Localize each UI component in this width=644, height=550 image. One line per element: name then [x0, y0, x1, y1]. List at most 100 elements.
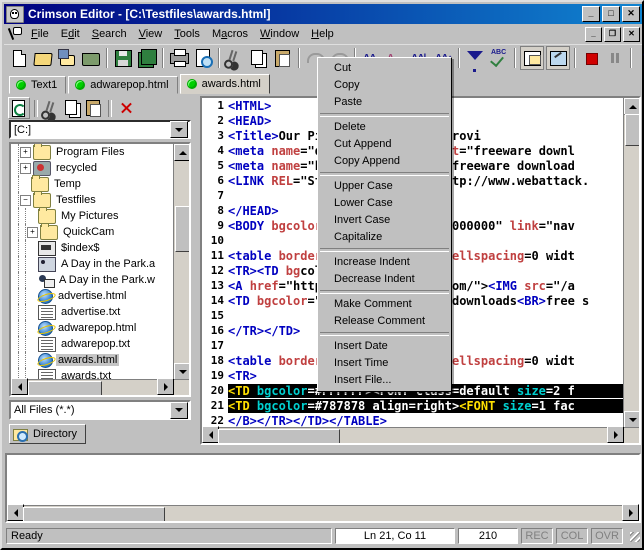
minimize-button[interactable]: _ — [582, 6, 600, 22]
expander-icon[interactable]: + — [20, 146, 31, 158]
expander-icon[interactable]: + — [27, 226, 38, 238]
status-badge-rec[interactable]: REC — [521, 528, 553, 544]
scroll-down-button[interactable] — [174, 363, 189, 380]
horizontal-scroll-thumb[interactable] — [23, 507, 165, 521]
cut-icon[interactable] — [224, 47, 246, 69]
print-preview-icon[interactable] — [192, 47, 214, 69]
context-menu-item-insert-file[interactable]: Insert File... — [318, 372, 451, 389]
menu-item-search[interactable]: Search — [86, 26, 133, 42]
context-menu-item-make-comment[interactable]: Make Comment — [318, 296, 451, 313]
menu-item-help[interactable]: Help — [305, 26, 340, 42]
open-network-icon[interactable] — [56, 47, 78, 69]
mdi-restore-button[interactable]: ❐ — [604, 26, 621, 42]
status-badge-col[interactable]: COL — [556, 528, 588, 544]
output-pane[interactable] — [5, 453, 641, 523]
tab-adwarepop-html[interactable]: adwarepop.html — [68, 76, 178, 94]
refresh-icon[interactable] — [8, 97, 30, 119]
expander-icon[interactable]: + — [20, 162, 31, 174]
context-menu-item-delete[interactable]: Delete — [318, 119, 451, 136]
spellcheck-icon[interactable]: ABC — [488, 47, 510, 69]
scroll-left-button[interactable] — [7, 504, 24, 521]
filter-icon[interactable] — [464, 47, 486, 75]
tree-item-my-pictures[interactable]: My Pictures — [11, 206, 174, 224]
context-menu-item-increase-indent[interactable]: Increase Indent — [318, 254, 451, 271]
pause-icon[interactable] — [604, 47, 626, 69]
scroll-down-button[interactable] — [624, 411, 639, 428]
tree-item-advertise-txt[interactable]: advertise.txt — [11, 304, 174, 320]
scroll-left-button[interactable] — [11, 378, 28, 395]
context-menu-item-invert-case[interactable]: Invert Case — [318, 212, 451, 229]
delete-icon[interactable] — [116, 98, 136, 118]
tree-item-testfiles[interactable]: − Testfiles — [11, 190, 174, 208]
open-file-icon[interactable] — [32, 47, 54, 69]
directory-button[interactable]: Directory — [9, 424, 87, 444]
tree-item-index[interactable]: $index$ — [11, 240, 174, 256]
window-tile-icon[interactable] — [520, 45, 544, 70]
horizontal-scroll-thumb[interactable] — [28, 381, 102, 395]
vertical-scroll-thumb[interactable] — [625, 114, 639, 146]
tree-item-awards-html[interactable]: awards.html — [11, 352, 174, 368]
context-menu-item-copy-append[interactable]: Copy Append — [318, 153, 451, 170]
close-button[interactable]: ✕ — [622, 6, 640, 22]
horizontal-scroll-thumb[interactable] — [218, 429, 340, 443]
copy-icon[interactable] — [63, 98, 83, 118]
tree-item-quickcam[interactable]: + QuickCam — [11, 222, 174, 240]
menu-item-tools[interactable]: Tools — [168, 26, 206, 42]
vertical-scroll-thumb[interactable] — [175, 206, 189, 252]
context-menu-item-release-comment[interactable]: Release Comment — [318, 313, 451, 330]
tree-item-day-in-the-park-w[interactable]: A Day in the Park.w — [11, 272, 174, 288]
paste-icon[interactable] — [84, 98, 104, 118]
resize-grip[interactable] — [628, 530, 640, 542]
editor-horizontal-scrollbar[interactable] — [202, 426, 639, 443]
context-menu-item-lower-case[interactable]: Lower Case — [318, 195, 451, 212]
context-menu-item-decrease-indent[interactable]: Decrease Indent — [318, 271, 451, 288]
window-cascade-icon[interactable] — [546, 45, 570, 70]
context-menu-item-insert-time[interactable]: Insert Time — [318, 355, 451, 372]
tab-text1[interactable]: Text1 — [9, 76, 67, 94]
menu-item-file[interactable]: FFileile — [25, 26, 55, 42]
scroll-right-button[interactable] — [157, 378, 174, 395]
scroll-left-button[interactable] — [202, 426, 219, 443]
stop-icon[interactable] — [580, 47, 602, 69]
maximize-button[interactable]: □ — [602, 6, 620, 22]
context-menu-item-upper-case[interactable]: Upper Case — [318, 178, 451, 195]
tree-item-day-in-the-park-a[interactable]: A Day in the Park.a — [11, 256, 174, 272]
print-icon[interactable] — [168, 47, 190, 69]
context-menu-item-cut-append[interactable]: Cut Append — [318, 136, 451, 153]
context-menu-item-cut[interactable]: Cut — [318, 60, 451, 77]
editor-vertical-scrollbar[interactable] — [623, 98, 639, 428]
mdi-close-button[interactable]: ✕ — [623, 26, 640, 42]
file-filter-selector[interactable]: All Files (*.*) — [9, 400, 191, 420]
close-file-icon[interactable] — [80, 47, 102, 69]
tab-awards-html[interactable]: awards.html — [179, 74, 270, 94]
menu-item-window[interactable]: Window — [254, 26, 305, 42]
cut-icon[interactable] — [42, 98, 62, 118]
scroll-up-button[interactable] — [174, 144, 189, 161]
code-line[interactable]: 22 </B></TR></TD></TABLE> — [202, 413, 624, 428]
chevron-down-icon[interactable] — [170, 401, 188, 419]
context-menu-item-copy[interactable]: Copy — [318, 77, 451, 94]
context-menu-item-capitalize[interactable]: Capitalize — [318, 229, 451, 246]
document-menu-icon[interactable] — [6, 26, 23, 42]
code-line[interactable]: 21 <TD bgcolor=#787878 align=right><FONT … — [202, 398, 624, 413]
chevron-down-icon[interactable] — [170, 121, 188, 138]
tree-item-adwarepop-txt[interactable]: adwarepop.txt — [11, 336, 174, 352]
expander-icon[interactable]: − — [20, 194, 31, 206]
copy-icon[interactable] — [248, 47, 270, 69]
tree-item-advertise-html[interactable]: advertise.html — [11, 288, 174, 304]
menu-item-view[interactable]: View — [133, 26, 169, 42]
help-icon[interactable]: ? — [636, 47, 644, 69]
save-icon[interactable] — [112, 47, 134, 69]
menu-item-macros[interactable]: Macros — [206, 26, 254, 42]
menu-item-edit[interactable]: Edit — [55, 26, 86, 42]
drive-selector[interactable]: [C:] — [9, 120, 191, 139]
new-file-icon[interactable] — [8, 47, 30, 69]
file-tree-horizontal-scrollbar[interactable] — [11, 378, 189, 395]
tree-item-adwarepop-html[interactable]: adwarepop.html — [11, 320, 174, 336]
mdi-minimize-button[interactable]: _ — [585, 26, 602, 42]
scroll-right-button[interactable] — [622, 504, 639, 521]
output-horizontal-scrollbar[interactable] — [7, 504, 639, 521]
paste-icon[interactable] — [272, 47, 294, 69]
context-menu-item-paste[interactable]: Paste — [318, 94, 451, 111]
editor-context-menu[interactable]: Cut Copy Paste Delete Cut Append Copy Append U… — [317, 57, 452, 392]
